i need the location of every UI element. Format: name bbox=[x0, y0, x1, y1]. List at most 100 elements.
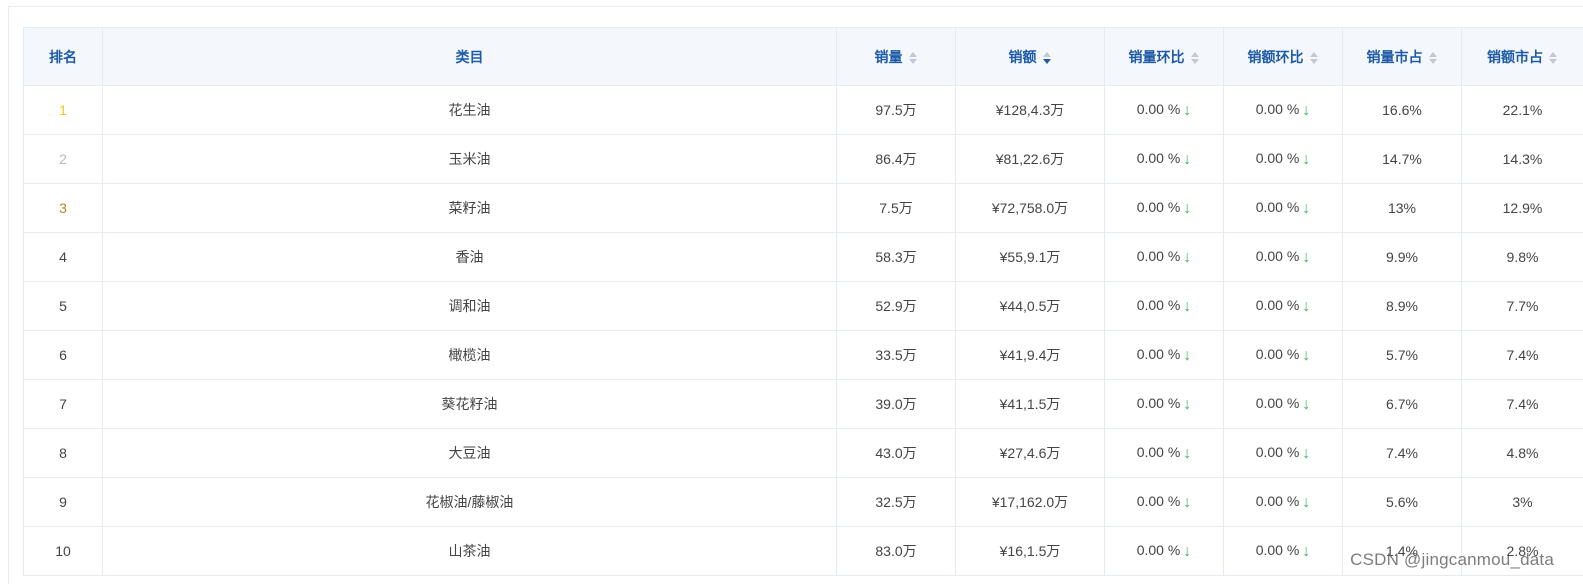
arrow-down-icon: ↓ bbox=[1183, 152, 1191, 168]
header-sales-amount[interactable]: 销额 bbox=[956, 28, 1105, 86]
category-cell: 调和油 bbox=[103, 282, 837, 331]
sales-volume-cell: 33.5万 bbox=[837, 331, 956, 380]
rank-number: 1 bbox=[59, 102, 67, 118]
table-row: 3菜籽油7.5万¥72,758.0万0.00 %↓0.00 %↓13%12.9% bbox=[24, 184, 1583, 233]
sales-amount-cell: ¥128,4.3万 bbox=[956, 86, 1105, 135]
arrow-down-icon: ↓ bbox=[1183, 299, 1191, 315]
amount-mom-value: 0.00 % bbox=[1256, 199, 1300, 215]
sales-amount-value: ¥44,0.5万 bbox=[1000, 298, 1061, 314]
sales-amount-value: ¥41,9.4万 bbox=[1000, 347, 1061, 363]
arrow-down-icon: ↓ bbox=[1183, 250, 1191, 266]
category-name: 玉米油 bbox=[449, 151, 491, 167]
sales-volume-value: 7.5万 bbox=[879, 200, 912, 216]
category-cell: 玉米油 bbox=[103, 135, 837, 184]
volume-share-value: 14.7% bbox=[1382, 151, 1422, 167]
table-row: 6橄榄油33.5万¥41,9.4万0.00 %↓0.00 %↓5.7%7.4% bbox=[24, 331, 1583, 380]
sales-amount-value: ¥81,22.6万 bbox=[996, 151, 1065, 167]
sort-caret-icon[interactable] bbox=[1310, 52, 1319, 64]
sales-volume-cell: 32.5万 bbox=[837, 478, 956, 527]
amount-share-value: 7.4% bbox=[1507, 396, 1539, 412]
arrow-down-icon: ↓ bbox=[1183, 544, 1191, 560]
header-sales-volume[interactable]: 销量 bbox=[837, 28, 956, 86]
header-volume-mom[interactable]: 销量环比 bbox=[1105, 28, 1224, 86]
sales-volume-value: 86.4万 bbox=[875, 151, 916, 167]
category-name: 香油 bbox=[456, 249, 484, 265]
sort-caret-icon[interactable] bbox=[1429, 52, 1438, 64]
rank-cell: 2 bbox=[24, 135, 103, 184]
sales-amount-value: ¥16,1.5万 bbox=[1000, 543, 1061, 559]
amount-share-cell: 7.4% bbox=[1462, 380, 1583, 429]
sales-volume-value: 83.0万 bbox=[875, 543, 916, 559]
volume-mom-value: 0.00 % bbox=[1137, 542, 1181, 558]
sort-caret-icon[interactable] bbox=[1549, 52, 1558, 64]
rank-number: 5 bbox=[59, 298, 67, 314]
amount-share-value: 7.4% bbox=[1507, 347, 1539, 363]
category-name: 橄榄油 bbox=[449, 347, 491, 363]
rank-cell: 9 bbox=[24, 478, 103, 527]
table-row: 8大豆油43.0万¥27,4.6万0.00 %↓0.00 %↓7.4%4.8% bbox=[24, 429, 1583, 478]
arrow-down-icon: ↓ bbox=[1302, 299, 1310, 315]
arrow-down-icon: ↓ bbox=[1183, 495, 1191, 511]
amount-mom-cell: 0.00 %↓ bbox=[1224, 331, 1343, 380]
table-row: 10山茶油83.0万¥16,1.5万0.00 %↓0.00 %↓1.4%2.8% bbox=[24, 527, 1583, 576]
sales-volume-value: 32.5万 bbox=[875, 494, 916, 510]
amount-share-value: 22.1% bbox=[1503, 102, 1543, 118]
sales-amount-cell: ¥41,9.4万 bbox=[956, 331, 1105, 380]
amount-mom-cell: 0.00 %↓ bbox=[1224, 184, 1343, 233]
category-name: 花生油 bbox=[449, 102, 491, 118]
rank-number: 4 bbox=[59, 249, 67, 265]
arrow-down-icon: ↓ bbox=[1183, 446, 1191, 462]
header-category: 类目 bbox=[103, 28, 837, 86]
table-header-row: 排名 类目 销量 销额 销量环比 销额环比 销量市占 销额市占 bbox=[24, 28, 1583, 86]
table-row: 9花椒油/藤椒油32.5万¥17,162.0万0.00 %↓0.00 %↓5.6… bbox=[24, 478, 1583, 527]
sales-volume-value: 52.9万 bbox=[875, 298, 916, 314]
arrow-down-icon: ↓ bbox=[1302, 446, 1310, 462]
volume-mom-value: 0.00 % bbox=[1137, 248, 1181, 264]
sort-caret-icon[interactable] bbox=[1043, 52, 1052, 64]
volume-mom-value: 0.00 % bbox=[1137, 150, 1181, 166]
sales-amount-value: ¥72,758.0万 bbox=[992, 200, 1068, 216]
sales-volume-value: 43.0万 bbox=[875, 445, 916, 461]
category-name: 葵花籽油 bbox=[442, 396, 498, 412]
sales-amount-cell: ¥41,1.5万 bbox=[956, 380, 1105, 429]
volume-share-value: 5.6% bbox=[1386, 494, 1418, 510]
sales-amount-value: ¥27,4.6万 bbox=[1000, 445, 1061, 461]
volume-mom-cell: 0.00 %↓ bbox=[1105, 380, 1224, 429]
sort-caret-icon[interactable] bbox=[1191, 52, 1200, 64]
arrow-down-icon: ↓ bbox=[1183, 397, 1191, 413]
volume-mom-value: 0.00 % bbox=[1137, 346, 1181, 362]
sales-volume-cell: 83.0万 bbox=[837, 527, 956, 576]
header-amount-share[interactable]: 销额市占 bbox=[1462, 28, 1583, 86]
header-volume-share[interactable]: 销量市占 bbox=[1343, 28, 1462, 86]
sales-volume-cell: 52.9万 bbox=[837, 282, 956, 331]
sales-volume-cell: 43.0万 bbox=[837, 429, 956, 478]
table-row: 1花生油97.5万¥128,4.3万0.00 %↓0.00 %↓16.6%22.… bbox=[24, 86, 1583, 135]
amount-mom-value: 0.00 % bbox=[1256, 248, 1300, 264]
category-cell: 葵花籽油 bbox=[103, 380, 837, 429]
volume-share-cell: 16.6% bbox=[1343, 86, 1462, 135]
amount-share-value: 9.8% bbox=[1507, 249, 1539, 265]
amount-mom-value: 0.00 % bbox=[1256, 297, 1300, 313]
amount-share-value: 4.8% bbox=[1507, 445, 1539, 461]
sales-amount-value: ¥55,9.1万 bbox=[1000, 249, 1061, 265]
amount-mom-value: 0.00 % bbox=[1256, 542, 1300, 558]
header-amount-mom[interactable]: 销额环比 bbox=[1224, 28, 1343, 86]
category-cell: 大豆油 bbox=[103, 429, 837, 478]
volume-mom-cell: 0.00 %↓ bbox=[1105, 527, 1224, 576]
sales-amount-cell: ¥72,758.0万 bbox=[956, 184, 1105, 233]
amount-mom-cell: 0.00 %↓ bbox=[1224, 282, 1343, 331]
amount-mom-value: 0.00 % bbox=[1256, 444, 1300, 460]
volume-mom-cell: 0.00 %↓ bbox=[1105, 184, 1224, 233]
amount-mom-cell: 0.00 %↓ bbox=[1224, 233, 1343, 282]
sales-amount-cell: ¥81,22.6万 bbox=[956, 135, 1105, 184]
category-cell: 山茶油 bbox=[103, 527, 837, 576]
rank-number: 10 bbox=[55, 543, 71, 559]
arrow-down-icon: ↓ bbox=[1302, 201, 1310, 217]
sales-amount-value: ¥17,162.0万 bbox=[992, 494, 1068, 510]
category-cell: 菜籽油 bbox=[103, 184, 837, 233]
amount-mom-cell: 0.00 %↓ bbox=[1224, 429, 1343, 478]
rank-number: 9 bbox=[59, 494, 67, 510]
volume-mom-cell: 0.00 %↓ bbox=[1105, 135, 1224, 184]
sort-caret-icon[interactable] bbox=[909, 52, 918, 64]
category-cell: 花生油 bbox=[103, 86, 837, 135]
